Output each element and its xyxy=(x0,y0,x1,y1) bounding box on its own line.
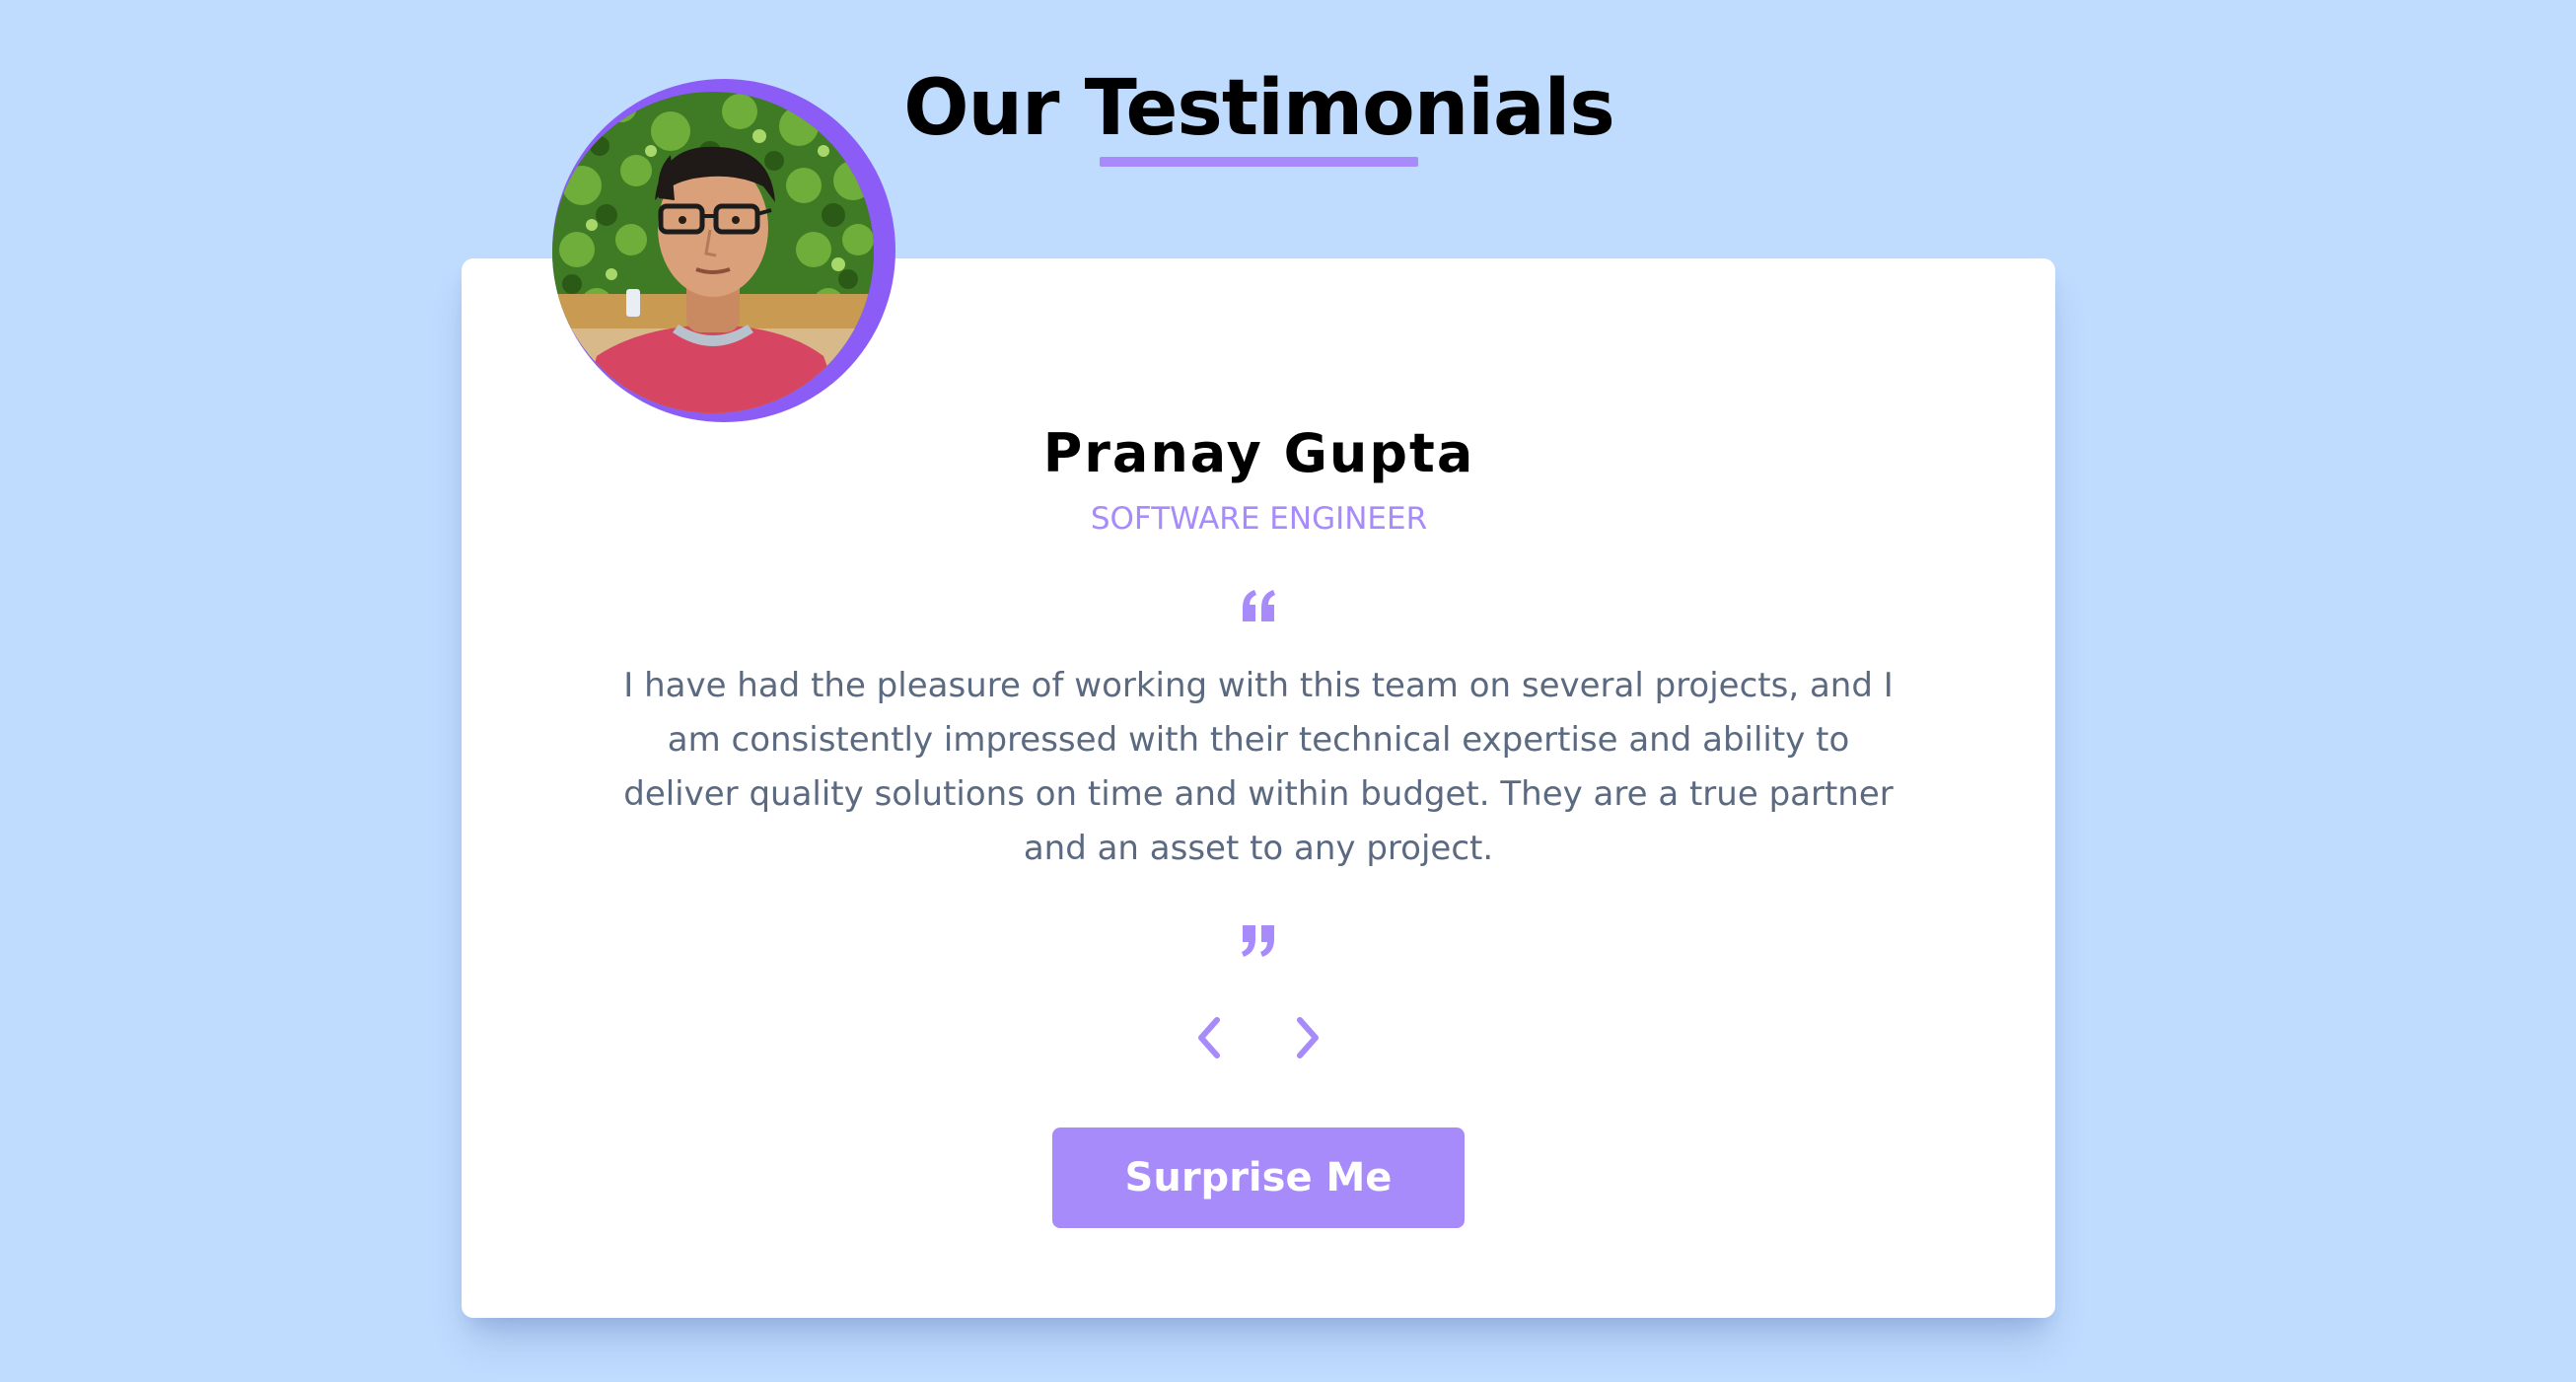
next-testimonial-button[interactable] xyxy=(1278,1010,1333,1065)
page-header: Our Testimonials xyxy=(0,51,2518,166)
avatar-photo xyxy=(552,92,874,413)
chevron-right-icon xyxy=(1297,1017,1319,1058)
quote-close-icon xyxy=(1242,925,1274,957)
testimonial-name: Pranay Gupta xyxy=(1042,422,1475,484)
surprise-me-button[interactable]: Surprise Me xyxy=(1052,1127,1465,1228)
testimonial-role: SOFTWARE ENGINEER xyxy=(1090,501,1428,537)
quote-open-icon xyxy=(1243,590,1275,621)
testimonial-text: I have had the pleasure of working with … xyxy=(623,666,1894,868)
title-underline xyxy=(1100,157,1418,167)
chevron-left-icon xyxy=(1198,1017,1220,1058)
avatar xyxy=(552,92,874,413)
page-title: Our Testimonials xyxy=(903,64,1615,153)
prev-testimonial-button[interactable] xyxy=(1183,1010,1239,1065)
